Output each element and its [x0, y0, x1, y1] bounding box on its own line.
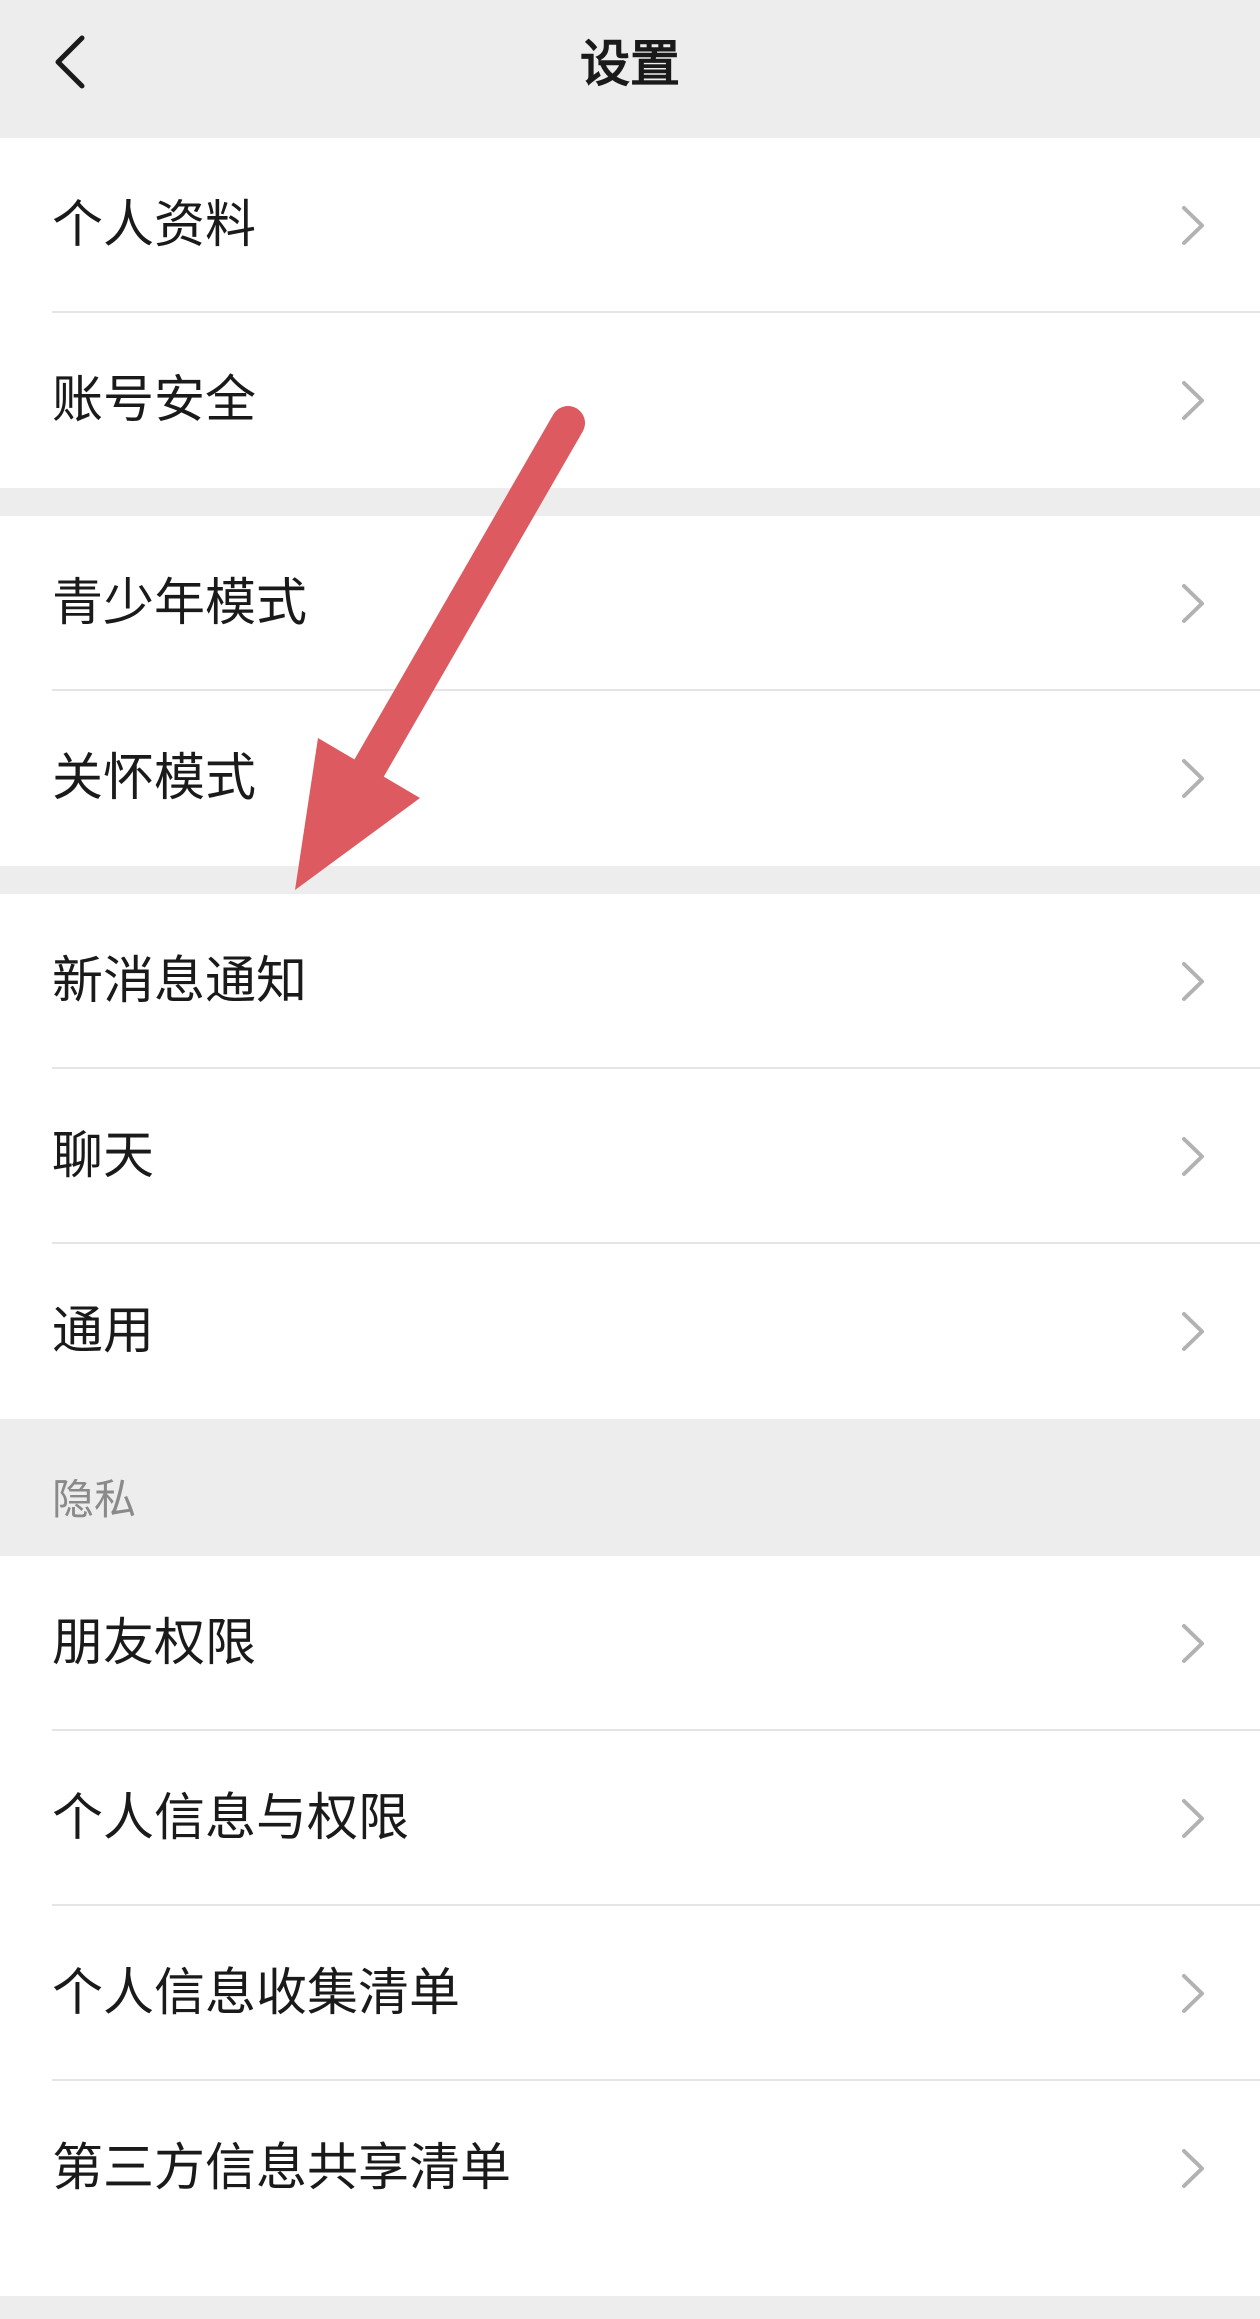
- settings-item-label: 青少年模式: [52, 574, 308, 633]
- settings-item-general[interactable]: 通用: [0, 1244, 1260, 1419]
- settings-item-label: 聊天: [52, 1127, 155, 1186]
- settings-item-friend-permissions[interactable]: 朋友权限: [0, 1556, 1260, 1731]
- general-group: 新消息通知 聊天 通用: [0, 894, 1260, 1419]
- settings-item-notifications[interactable]: 新消息通知: [0, 894, 1260, 1069]
- chevron-right-icon: [1182, 962, 1204, 1001]
- settings-item-account-security[interactable]: 账号安全: [0, 313, 1260, 488]
- back-button[interactable]: [30, 22, 110, 102]
- settings-item-label: 通用: [52, 1302, 155, 1361]
- settings-item-label: 账号安全: [52, 371, 257, 430]
- chevron-left-icon: [55, 35, 85, 89]
- settings-item-label: 个人资料: [52, 196, 257, 255]
- settings-item-info-collection-list[interactable]: 个人信息收集清单: [0, 1906, 1260, 2081]
- settings-item-personal-info-permissions[interactable]: 个人信息与权限: [0, 1731, 1260, 1906]
- chevron-right-icon: [1182, 1137, 1204, 1176]
- settings-item-label: 个人信息与权限: [52, 1789, 410, 1848]
- page-title: 设置: [580, 35, 680, 93]
- settings-item-third-party-sharing-list[interactable]: 第三方信息共享清单: [0, 2081, 1260, 2256]
- account-group: 个人资料 账号安全: [0, 138, 1260, 488]
- settings-item-teen-mode[interactable]: 青少年模式: [0, 516, 1260, 691]
- settings-item-care-mode[interactable]: 关怀模式: [0, 691, 1260, 866]
- chevron-right-icon: [1182, 206, 1204, 245]
- chevron-right-icon: [1182, 2149, 1204, 2188]
- chevron-right-icon: [1182, 381, 1204, 420]
- chevron-right-icon: [1182, 1974, 1204, 2013]
- section-header-privacy: 隐私: [52, 1475, 137, 1524]
- chevron-right-icon: [1182, 1312, 1204, 1351]
- mode-group: 青少年模式 关怀模式: [0, 516, 1260, 866]
- privacy-group: 朋友权限 个人信息与权限 个人信息收集清单 第三方信息共享清单: [0, 1556, 1260, 2296]
- chevron-right-icon: [1182, 1624, 1204, 1663]
- chevron-right-icon: [1182, 759, 1204, 798]
- chevron-right-icon: [1182, 1799, 1204, 1838]
- settings-item-label: 个人信息收集清单: [52, 1964, 461, 2023]
- settings-item-label: 第三方信息共享清单: [52, 2139, 512, 2198]
- chevron-right-icon: [1182, 584, 1204, 623]
- settings-item-label: 关怀模式: [52, 749, 257, 808]
- settings-item-profile[interactable]: 个人资料: [0, 138, 1260, 313]
- settings-item-chat[interactable]: 聊天: [0, 1069, 1260, 1244]
- settings-item-label: 新消息通知: [52, 952, 308, 1011]
- settings-item-label: 朋友权限: [52, 1614, 257, 1673]
- nav-bar: 设置: [0, 0, 1260, 138]
